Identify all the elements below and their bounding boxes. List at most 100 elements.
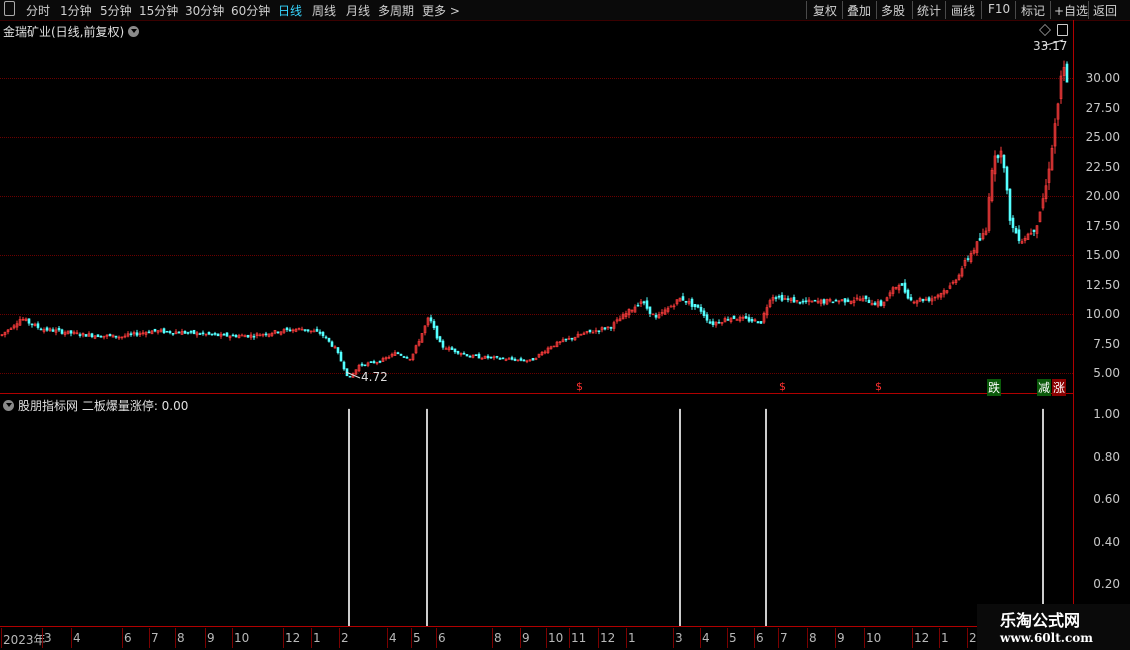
candle-body: [246, 334, 250, 338]
candle-body: [192, 329, 196, 334]
date-separator: [864, 628, 865, 648]
candle-body: [153, 328, 157, 332]
candle-body: [363, 364, 367, 367]
y-tick-label: 22.50: [1085, 160, 1120, 174]
tag-reduce: 减: [1037, 379, 1052, 396]
candle-body: [312, 330, 316, 333]
candle-body: [285, 327, 289, 330]
candle-body: [168, 331, 172, 333]
candle-body: [318, 331, 322, 334]
y-axis-line: [1073, 20, 1074, 626]
candle-body: [1005, 166, 1009, 191]
candle-body: [873, 302, 877, 305]
candle-body: [648, 306, 652, 314]
y-tick-label: 0.40: [1093, 535, 1120, 549]
date-separator: [411, 628, 412, 648]
candle-body: [510, 357, 514, 360]
date-label: 12: [600, 631, 616, 645]
candle-body: [708, 321, 712, 324]
candle-body: [900, 283, 904, 286]
candle-body: [429, 317, 433, 322]
candle-body: [324, 336, 328, 339]
date-label: 9: [207, 631, 215, 645]
date-label: 4: [702, 631, 710, 645]
candle-body: [495, 356, 499, 358]
candle-body: [207, 332, 211, 335]
candle-body: [213, 333, 217, 335]
date-separator: [175, 628, 176, 648]
candle-body: [1011, 217, 1015, 229]
candle-body: [108, 334, 112, 336]
candle-body: [330, 341, 334, 347]
candle-body: [732, 315, 736, 319]
price-chart[interactable]: [0, 0, 1073, 626]
date-separator: [1, 628, 2, 648]
candle-body: [96, 334, 100, 338]
date-separator: [626, 628, 627, 648]
candle-body: [222, 333, 226, 336]
candle-body: [147, 331, 151, 334]
low-price-label: 4.72: [361, 370, 388, 384]
date-label: 6: [124, 631, 132, 645]
candle-body: [669, 305, 673, 308]
candle-body: [327, 337, 331, 342]
candle-body: [441, 340, 445, 348]
candle-body: [726, 319, 730, 321]
date-separator: [546, 628, 547, 648]
y-tick-label: 0.20: [1093, 577, 1120, 591]
date-label: 3: [44, 631, 52, 645]
date-label: 6: [438, 631, 446, 645]
date-label: 10: [234, 631, 250, 645]
candle-body: [432, 321, 436, 329]
candle-body: [822, 299, 826, 304]
candle-body: [831, 301, 835, 304]
candle-body: [690, 298, 694, 307]
candle-body: [486, 355, 490, 359]
candle-body: [162, 328, 166, 334]
candle-body: [444, 348, 448, 350]
candle-body: [711, 321, 715, 325]
date-label: 2: [341, 631, 349, 645]
candle-body: [1014, 227, 1018, 234]
candle-body: [396, 352, 400, 355]
candle-body: [468, 355, 472, 358]
date-separator: [42, 628, 43, 648]
candle-body: [864, 295, 868, 299]
candle-body: [1065, 63, 1069, 83]
dollar-mark: $: [875, 380, 882, 393]
candle-body: [225, 332, 229, 337]
candle-body: [1008, 188, 1012, 221]
candle-body: [453, 348, 457, 353]
candle-body: [51, 329, 55, 332]
y-tick-label: 10.00: [1085, 307, 1120, 321]
y-tick-label: 1.00: [1093, 407, 1120, 421]
candle-body: [84, 334, 88, 337]
candle-body: [57, 327, 61, 331]
date-label: 5: [729, 631, 737, 645]
candle-body: [339, 351, 343, 362]
date-label: 4: [389, 631, 397, 645]
candle-body: [405, 357, 409, 359]
candle-body: [597, 330, 601, 333]
candle-body: [231, 334, 235, 337]
window-icon[interactable]: [1057, 24, 1068, 36]
candle-body: [303, 329, 307, 331]
candle-body: [867, 299, 871, 304]
date-label: 4: [73, 631, 81, 645]
back-button[interactable]: 返回: [1093, 2, 1117, 19]
candle-body: [90, 333, 94, 338]
dollar-mark: $: [576, 380, 583, 393]
candle-body: [99, 336, 103, 338]
candle-body: [519, 358, 523, 361]
candle-body: [39, 328, 43, 331]
date-separator: [205, 628, 206, 648]
date-label: 8: [177, 631, 185, 645]
candle-body: [378, 360, 382, 363]
candle-body: [336, 347, 340, 353]
candle-body: [183, 330, 187, 334]
candle-body: [777, 295, 781, 298]
candle-body: [240, 334, 244, 337]
candle-body: [177, 331, 181, 334]
candle-body: [996, 155, 1000, 159]
date-label: 12: [914, 631, 930, 645]
